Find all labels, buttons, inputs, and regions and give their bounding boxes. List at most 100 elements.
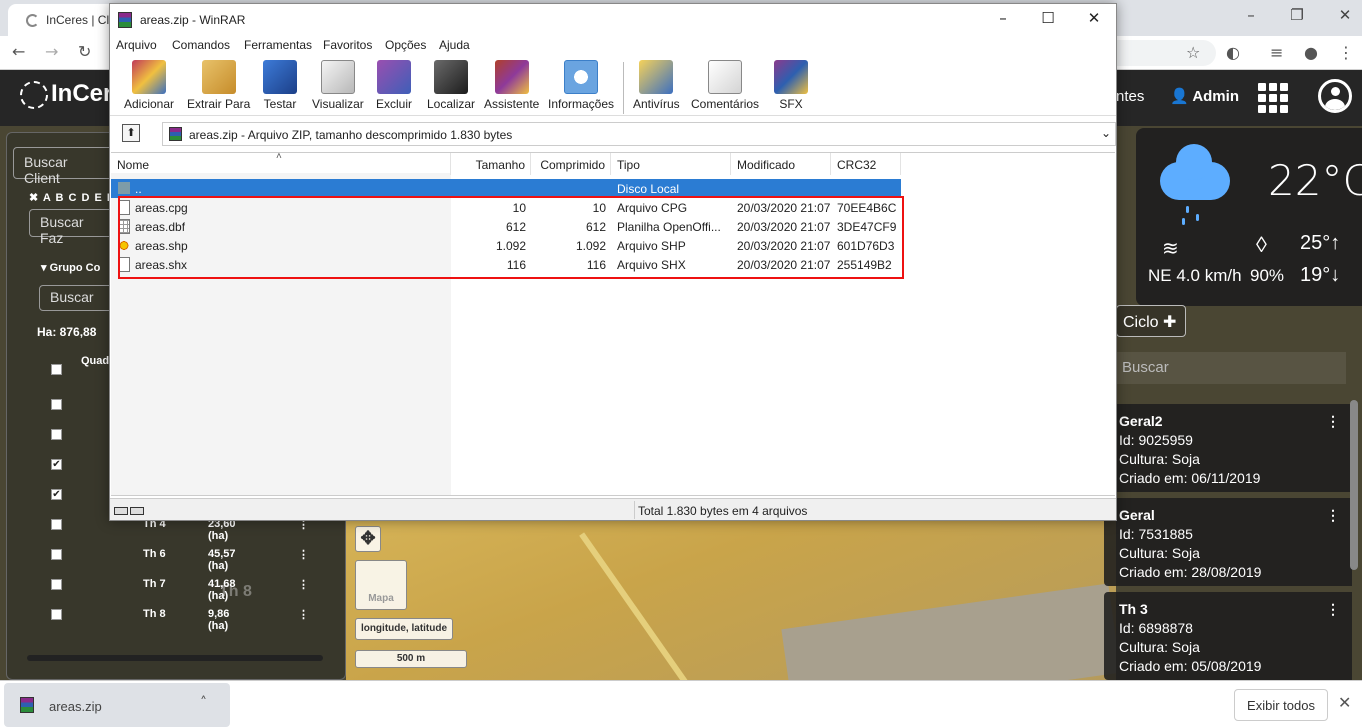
bookmark-star-icon[interactable]: ☆	[1186, 43, 1200, 62]
download-item[interactable]: areas.zip ˄	[4, 683, 230, 727]
address-bar[interactable]	[1116, 40, 1216, 66]
column-header-packed[interactable]: Comprimido	[531, 153, 611, 175]
chevron-down-icon[interactable]: ⌄	[1101, 126, 1111, 140]
chevron-up-icon[interactable]: ˄	[200, 695, 207, 711]
maximize-icon[interactable]: ☐	[1031, 9, 1065, 27]
row-menu-icon[interactable]: ⋮	[298, 548, 309, 561]
winrar-status-bar: Total 1.830 bytes em 4 arquivos	[110, 498, 1116, 520]
test-button[interactable]: Testar	[263, 60, 297, 111]
user-plus-icon: 👤	[1170, 88, 1189, 105]
row-checkbox[interactable]	[51, 364, 62, 375]
back-icon[interactable]: ←	[12, 42, 25, 61]
wizard-button[interactable]: Assistente	[484, 60, 539, 111]
pan-move-icon[interactable]: ✥	[355, 526, 381, 552]
add-button[interactable]: Adicionar	[124, 60, 174, 111]
menu-kebab-icon[interactable]: ⋮	[1338, 43, 1354, 62]
antivirus-button[interactable]: Antivírus	[633, 60, 680, 111]
menu-comandos[interactable]: Comandos	[172, 38, 230, 52]
view-button[interactable]: Visualizar	[312, 60, 364, 111]
minimize-icon[interactable]: –	[986, 9, 1020, 27]
close-icon[interactable]: ✕	[1077, 9, 1111, 27]
comments-button[interactable]: Comentários	[691, 60, 759, 111]
profile-icon[interactable]: ●	[1304, 43, 1318, 62]
group-selector[interactable]: ▾ Grupo Co	[41, 261, 100, 274]
info-button[interactable]: Informações	[548, 60, 614, 111]
sfx-button[interactable]: SFX	[774, 60, 808, 111]
menu-favoritos[interactable]: Favoritos	[323, 38, 372, 52]
field-name: Th 6	[143, 548, 166, 560]
card-menu-icon[interactable]: ⋮	[1326, 412, 1340, 431]
add-archive-icon	[132, 60, 167, 94]
admin-menu[interactable]: 👤 Admin	[1170, 87, 1239, 105]
menu-arquivo[interactable]: Arquivo	[116, 38, 157, 52]
card-menu-icon[interactable]: ⋮	[1326, 506, 1340, 525]
apps-grid-icon[interactable]	[1258, 83, 1288, 113]
field-row[interactable]: Th 8 9,86 (ha) ⋮	[143, 608, 309, 632]
extension-icon[interactable]: ◐	[1226, 43, 1240, 62]
row-checkbox[interactable]: ✔	[51, 489, 62, 500]
column-header-type[interactable]: Tipo	[611, 153, 731, 175]
cycle-search-input[interactable]: Buscar	[1116, 352, 1346, 384]
winrar-title-bar[interactable]: areas.zip - WinRAR – ☐ ✕	[110, 4, 1116, 36]
row-checkbox[interactable]	[51, 519, 62, 530]
sort-asc-icon: ˄	[276, 152, 282, 162]
map-layer-button[interactable]: Mapa	[355, 560, 407, 610]
comment-icon	[708, 60, 743, 94]
up-folder-icon[interactable]: ⬆	[122, 124, 140, 142]
card-culture: Cultura: Soja	[1119, 451, 1200, 467]
close-icon[interactable]: ✕	[1330, 6, 1360, 24]
card-menu-icon[interactable]: ⋮	[1326, 600, 1340, 619]
find-button[interactable]: Localizar	[427, 60, 475, 111]
cycle-card[interactable]: Th 3 Id: 6898878 Cultura: Soja Criado em…	[1104, 592, 1352, 680]
menu-ferramentas[interactable]: Ferramentas	[244, 38, 312, 52]
area-total: Ha: 876,88	[37, 325, 97, 339]
extract-to-button[interactable]: Extrair Para	[187, 60, 250, 111]
winrar-app-icon	[118, 12, 132, 28]
media-queue-icon[interactable]: ≡	[1270, 43, 1283, 62]
reload-icon[interactable]: ↻	[78, 42, 91, 61]
map-field-label: Th 8	[219, 583, 252, 600]
restore-icon[interactable]: ❐	[1282, 6, 1312, 24]
alphabet-filter[interactable]: ✖ A B C D E F	[29, 191, 115, 204]
cycle-card[interactable]: Geral2 Id: 9025959 Cultura: Soja Criado …	[1104, 404, 1352, 492]
column-header-modified[interactable]: Modificado	[731, 153, 831, 175]
card-title: Geral	[1119, 507, 1155, 523]
card-created: Criado em: 05/08/2019	[1119, 658, 1262, 674]
add-cycle-button[interactable]: Ciclo ✚	[1116, 305, 1186, 337]
row-checkbox[interactable]	[51, 579, 62, 590]
vertical-scrollbar[interactable]	[1350, 400, 1358, 570]
column-header-size[interactable]: Tamanho	[451, 153, 531, 175]
show-all-button[interactable]: Exibir todos	[1234, 689, 1328, 721]
search-farm-input[interactable]: Buscar Faz	[29, 209, 113, 246]
field-row[interactable]: Th 6 45,57 (ha) ⋮	[143, 548, 309, 572]
browser-tab[interactable]: InCeres | Cli	[8, 4, 118, 36]
menu-ajuda[interactable]: Ajuda	[439, 38, 470, 52]
minimize-icon[interactable]: –	[1236, 6, 1266, 24]
extract-to-icon	[201, 60, 236, 94]
user-avatar-icon[interactable]	[1318, 79, 1352, 113]
download-shelf: areas.zip ˄ Exibir todos ✕	[0, 680, 1362, 727]
search-client-input[interactable]: Buscar Client	[13, 147, 113, 186]
close-icon[interactable]: ✕	[1338, 693, 1351, 712]
field-row[interactable]: Th 7 41,68 (ha) ⋮	[143, 578, 309, 602]
row-checkbox[interactable]: ✔	[51, 459, 62, 470]
row-checkbox[interactable]	[51, 429, 62, 440]
search-field-input[interactable]: Buscar	[39, 285, 113, 311]
delete-button[interactable]: Excluir	[376, 60, 412, 111]
row-checkbox[interactable]	[51, 399, 62, 410]
archive-path-dropdown[interactable]: areas.zip - Arquivo ZIP, tamanho descomp…	[162, 122, 1116, 146]
arrow-down-icon: ↓	[1330, 264, 1341, 286]
row-menu-icon[interactable]: ⋮	[298, 608, 309, 621]
nav-clients-link[interactable]: ntes	[1116, 88, 1144, 105]
row-checkbox[interactable]	[51, 609, 62, 620]
cycle-card[interactable]: Geral Id: 7531885 Cultura: Soja Criado e…	[1104, 498, 1352, 586]
row-menu-icon[interactable]: ⋮	[298, 578, 309, 591]
column-header-crc[interactable]: CRC32	[831, 153, 901, 175]
menu-opcoes[interactable]: Opções	[385, 38, 426, 52]
horizontal-scrollbar[interactable]	[27, 655, 323, 661]
row-checkbox[interactable]	[51, 549, 62, 560]
column-header-quad[interactable]: Quad	[81, 355, 109, 367]
zip-archive-icon	[169, 127, 182, 141]
wind-icon: ≋	[1162, 238, 1179, 260]
forward-icon[interactable]: →	[45, 42, 58, 61]
